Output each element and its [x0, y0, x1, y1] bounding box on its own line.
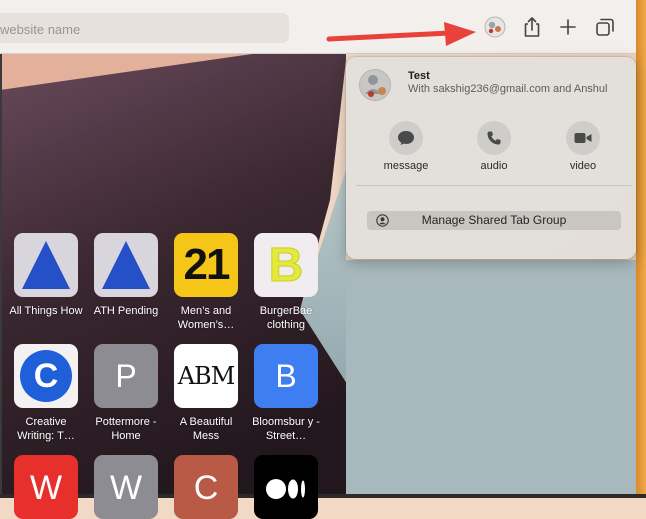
manage-shared-tab-group-button[interactable]: Manage Shared Tab Group — [367, 211, 621, 230]
favorite-burgerbae-clothing[interactable]: B BurgerBae clothing — [246, 233, 326, 332]
window-edge-left — [0, 0, 2, 498]
popover-divider — [356, 185, 632, 186]
favorite-medium[interactable] — [246, 455, 326, 519]
share-icon — [524, 17, 540, 37]
tile-text-p: P — [115, 357, 137, 394]
tile-text-b: B — [268, 238, 304, 292]
address-input[interactable] — [0, 13, 292, 45]
favorite-label: Men’s and Women’s… — [177, 305, 235, 331]
video-action-button[interactable]: video — [553, 121, 613, 172]
video-camera-icon — [574, 133, 592, 143]
group-title: Test — [408, 70, 430, 82]
message-action-button[interactable]: message — [376, 121, 436, 172]
favorite-label: A Beautiful Mess — [179, 416, 233, 442]
tab-overview-button[interactable] — [591, 13, 619, 41]
blue-triangle-icon — [102, 241, 150, 289]
favorite-label: BurgerBae clothing — [259, 305, 313, 331]
favorite-tile: W — [14, 455, 78, 519]
favorite-mens-and-womens[interactable]: 21 Men’s and Women’s… — [166, 233, 246, 332]
tile-text-w2: W — [109, 469, 143, 507]
favorite-w-gray[interactable]: W — [86, 455, 166, 519]
new-tab-button[interactable] — [554, 13, 582, 41]
group-people-icon — [365, 75, 386, 97]
favorite-ath-pending[interactable]: ATH Pending — [86, 233, 166, 318]
audio-action-label: audio — [480, 160, 508, 172]
favorite-tile: W — [94, 455, 158, 519]
favorite-c-brown[interactable]: C — [166, 455, 246, 519]
shared-tab-group-button[interactable] — [481, 13, 509, 41]
group-avatar — [359, 69, 391, 101]
audio-action-button[interactable]: audio — [464, 121, 524, 172]
favorite-tile: C — [174, 455, 238, 519]
favorite-label: All Things How — [9, 305, 83, 317]
favorite-tile: P — [94, 344, 158, 408]
red-annotation-arrow — [326, 22, 476, 46]
shared-group-avatars-icon — [484, 16, 506, 38]
favorite-pottermore-home[interactable]: P Pottermore - Home — [86, 344, 166, 443]
plus-icon — [560, 19, 576, 35]
phone-icon — [487, 131, 501, 145]
favorite-creative-writing[interactable]: C Creative Writing: T… — [6, 344, 86, 443]
window-edge-right — [636, 0, 646, 498]
favorite-tile — [254, 455, 318, 519]
tile-text-c: C — [33, 356, 59, 395]
tile-text-w: W — [29, 469, 63, 507]
favorite-tile: 21 — [174, 233, 238, 297]
favorite-label: Bloomsbur y - Street… — [252, 416, 320, 442]
share-button[interactable] — [518, 13, 546, 41]
video-action-label: video — [569, 160, 597, 172]
favorite-tile: ABM — [174, 344, 238, 408]
manage-shared-tab-group-label: Manage Shared Tab Group — [421, 213, 567, 227]
address-bar[interactable] — [0, 13, 292, 45]
tab-overview-icon — [596, 18, 614, 36]
favorite-bloomsbury-street[interactable]: B Bloomsbur y - Street… — [246, 344, 326, 443]
shared-tab-group-popover: Test With sakshig236@gmail.com and Anshu… — [346, 57, 636, 259]
tile-text-c2: C — [193, 469, 219, 507]
tile-text-21: 21 — [183, 240, 231, 289]
message-action-circle — [389, 121, 423, 155]
favorite-a-beautiful-mess[interactable]: ABM A Beautiful Mess — [166, 344, 246, 443]
message-action-label: message — [383, 160, 429, 172]
favorite-tile — [14, 233, 78, 297]
tile-text-b2: B — [275, 357, 297, 394]
group-subtitle: With sakshig236@gmail.com and Anshul — [408, 83, 608, 95]
favorite-w-red[interactable]: W — [6, 455, 86, 519]
favorite-tile — [94, 233, 158, 297]
video-action-circle — [566, 121, 600, 155]
browser-toolbar — [0, 0, 636, 54]
favorite-label: Creative Writing: T… — [17, 416, 75, 442]
favorite-tile: B — [254, 344, 318, 408]
favorite-label: Pottermore - Home — [95, 416, 157, 442]
audio-action-circle — [477, 121, 511, 155]
favorite-tile: C — [14, 344, 78, 408]
favorite-tile: B — [254, 233, 318, 297]
message-bubble-icon — [398, 131, 414, 145]
medium-logo-icon — [266, 479, 305, 499]
favorite-all-things-how[interactable]: All Things How — [6, 233, 86, 318]
blue-triangle-icon — [22, 241, 70, 289]
tile-text-abm: ABM — [177, 362, 236, 390]
favorite-label: ATH Pending — [93, 305, 159, 317]
